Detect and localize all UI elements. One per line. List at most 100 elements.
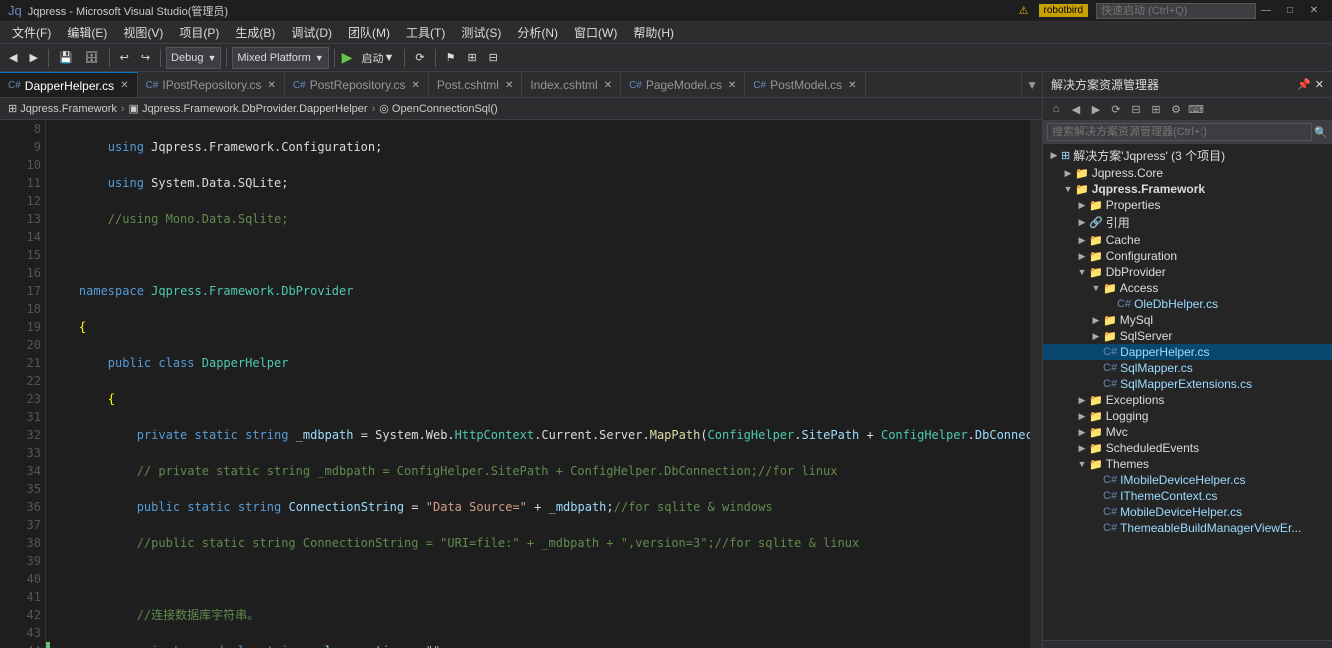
tree-properties[interactable]: ▶ 📁 Properties [1043,197,1332,213]
tab-close-1[interactable]: ✕ [268,80,276,91]
line-numbers: 8 9 10 11 12 13 14 15 16 17 18 19 20 21 … [0,120,46,648]
tab-close-2[interactable]: ✕ [412,80,420,91]
menu-file[interactable]: 文件(F) [4,22,59,43]
tree-jqpress-core[interactable]: ▶ 📁 Jqpress.Core [1043,165,1332,181]
tree-themeablebuildmanager[interactable]: C# ThemeableBuildManagerViewEr... [1043,520,1332,536]
maximize-button[interactable]: □ [1280,3,1300,19]
se-close-button[interactable]: ✕ [1315,78,1324,91]
window-controls: — □ ✕ [1256,3,1324,19]
tree-solution[interactable]: ▶ ⊞ 解决方案'Jqpress' (3 个项目) [1043,146,1332,165]
tab-close-4[interactable]: ✕ [604,80,612,91]
properties-icon: 📁 [1089,199,1103,212]
forward-button[interactable]: ▶ [24,47,42,69]
tab-close-0[interactable]: ✕ [120,80,128,91]
tree-imobiledevicehelper[interactable]: C# IMobileDeviceHelper.cs [1043,472,1332,488]
tab-close-3[interactable]: ✕ [505,80,513,91]
tabs-overflow-button[interactable]: ▼ [1021,72,1042,97]
tree-cache[interactable]: ▶ 📁 Cache [1043,232,1332,248]
tab-ipostrepository[interactable]: C# IPostRepository.cs ✕ [138,72,285,98]
tab-postrepository[interactable]: C# PostRepository.cs ✕ [285,72,429,98]
menu-view[interactable]: 视图(V) [115,22,171,43]
themes-icon: 📁 [1089,458,1103,471]
back-button[interactable]: ◀ [4,47,22,69]
refresh-button[interactable]: ⟳ [410,47,429,69]
framework-label: Jqpress.Framework [1092,182,1205,196]
tree-jqpress-framework[interactable]: ▼ 📁 Jqpress.Framework [1043,181,1332,197]
menu-edit[interactable]: 编辑(E) [59,22,115,43]
toolbar-extra-1[interactable]: ⚑ [441,47,461,69]
tree-dapperhelper-file[interactable]: C# DapperHelper.cs [1043,344,1332,360]
redo-button[interactable]: ↪ [136,47,155,69]
tab-close-5[interactable]: ✕ [728,80,736,91]
editor-scrollbar-v[interactable] [1030,120,1042,648]
tree-sqlmapperext[interactable]: C# SqlMapperExtensions.cs [1043,376,1332,392]
tab-post-cshtml[interactable]: Post.cshtml ✕ [429,72,522,98]
tree-access[interactable]: ▼ 📁 Access [1043,280,1332,296]
menu-project[interactable]: 项目(P) [171,22,227,43]
se-back-btn[interactable]: ◀ [1067,100,1085,118]
tab-close-6[interactable]: ✕ [848,80,856,91]
se-scrollbar[interactable] [1043,640,1332,648]
editor-area: C# DapperHelper.cs ✕ C# IPostRepository.… [0,72,1042,648]
debug-mode-dropdown[interactable]: Debug ▼ [166,47,221,69]
tree-mysql[interactable]: ▶ 📁 MySql [1043,312,1332,328]
properties-arrow: ▶ [1075,200,1089,211]
tree-references[interactable]: ▶ 🔗 引用 [1043,213,1332,232]
tree-oledbhelper[interactable]: C# OleDbHelper.cs [1043,296,1332,312]
toolbar-sep-7 [435,49,436,67]
tree-dbprovider[interactable]: ▼ 📁 DbProvider [1043,264,1332,280]
start-dropdown[interactable]: 启动 ▼ [356,47,399,69]
tree-ithemecontext[interactable]: C# IThemeContext.cs [1043,488,1332,504]
tree-exceptions[interactable]: ▶ 📁 Exceptions [1043,392,1332,408]
se-search-input[interactable] [1047,123,1312,141]
tab-pagemodel[interactable]: C# PageModel.cs ✕ [621,72,745,98]
platform-dropdown[interactable]: Mixed Platform ▼ [232,47,328,69]
se-forward-btn[interactable]: ▶ [1087,100,1105,118]
toolbar-extra-2[interactable]: ⊞ [462,47,481,69]
path-middle[interactable]: ▣ Jqpress.Framework.DbProvider.DapperHel… [125,102,372,115]
save-all-button[interactable]: 🗄 [80,47,104,69]
menu-build[interactable]: 生成(B) [227,22,283,43]
quick-launch-input[interactable] [1096,3,1256,19]
tree-sqlserver[interactable]: ▶ 📁 SqlServer [1043,328,1332,344]
se-sync-btn[interactable]: ⟳ [1107,100,1125,118]
path-right[interactable]: ◎ OpenConnectionSql() [375,102,501,115]
itheme-icon: C# [1103,490,1117,502]
menu-debug[interactable]: 调试(D) [283,22,340,43]
themes-arrow: ▼ [1075,459,1089,469]
tree-mvc[interactable]: ▶ 📁 Mvc [1043,424,1332,440]
se-collapse-btn[interactable]: ⊟ [1127,100,1145,118]
tree-mobiledevicehelper[interactable]: C# MobileDeviceHelper.cs [1043,504,1332,520]
menu-test[interactable]: 测试(S) [453,22,509,43]
close-button[interactable]: ✕ [1304,3,1324,19]
toolbar-extra-3[interactable]: ⊟ [484,47,503,69]
se-settings-btn[interactable]: ⚙ [1167,100,1185,118]
menu-tools[interactable]: 工具(T) [398,22,453,43]
menu-window[interactable]: 窗口(W) [566,22,625,43]
save-button[interactable]: 💾 [54,47,78,69]
tree-logging[interactable]: ▶ 📁 Logging [1043,408,1332,424]
tree-sqlmapper[interactable]: C# SqlMapper.cs [1043,360,1332,376]
tab-postmodel[interactable]: C# PostModel.cs ✕ [745,72,865,98]
sqlserver-icon: 📁 [1103,330,1117,343]
scheduledevents-arrow: ▶ [1075,443,1089,454]
se-home-btn[interactable]: ⌂ [1047,100,1065,118]
minimize-button[interactable]: — [1256,3,1276,19]
menu-bar: 文件(F) 编辑(E) 视图(V) 项目(P) 生成(B) 调试(D) 团队(M… [0,22,1332,44]
se-filter-btn[interactable]: ⊞ [1147,100,1165,118]
tab-index-cshtml[interactable]: Index.cshtml ✕ [522,72,621,98]
tree-themes[interactable]: ▼ 📁 Themes [1043,456,1332,472]
se-pin-button[interactable]: 📌 [1297,78,1311,91]
core-icon: 📁 [1075,167,1089,180]
code-content[interactable]: using Jqpress.Framework.Configuration; u… [46,120,1030,648]
undo-button[interactable]: ↩ [115,47,134,69]
tab-dapperhelper[interactable]: C# DapperHelper.cs ✕ [0,72,138,98]
menu-team[interactable]: 团队(M) [340,22,398,43]
tree-configuration[interactable]: ▶ 📁 Configuration [1043,248,1332,264]
tree-scheduledevents[interactable]: ▶ 📁 ScheduledEvents [1043,440,1332,456]
menu-help[interactable]: 帮助(H) [625,22,682,43]
se-code-btn[interactable]: ⌨ [1187,100,1205,118]
menu-analyze[interactable]: 分析(N) [509,22,566,43]
path-left[interactable]: ⊞ Jqpress.Framework [4,102,121,115]
play-button[interactable]: ▶ [340,49,355,66]
